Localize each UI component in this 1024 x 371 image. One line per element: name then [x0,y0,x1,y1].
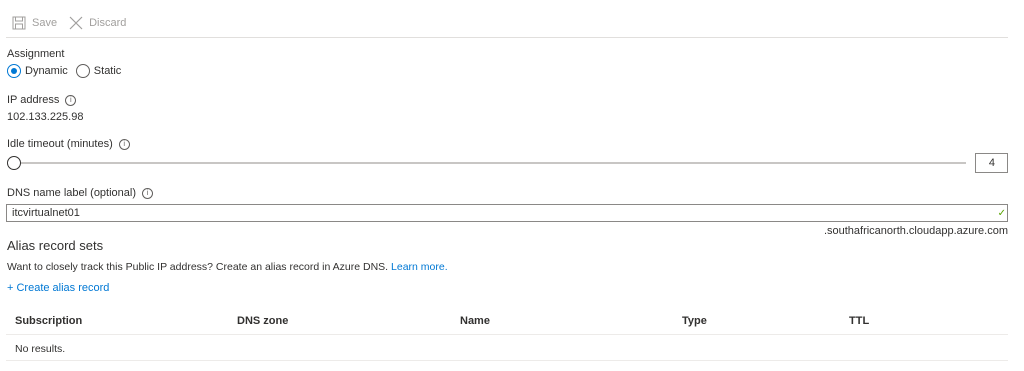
save-icon [12,16,26,30]
radio-static-label: Static [93,65,122,77]
alias-description-text: Want to closely track this Public IP add… [7,261,389,273]
idle-timeout-slider-thumb[interactable] [7,156,21,170]
create-alias-record-button[interactable]: + Create alias record [7,282,109,294]
radio-dynamic-label: Dynamic [25,65,68,77]
idle-timeout-slider-track[interactable] [14,162,966,164]
save-label: Save [32,17,58,29]
radio-dynamic[interactable]: Dynamic [7,64,68,78]
discard-button[interactable]: Discard [69,16,126,30]
learn-more-link[interactable]: Learn more. [391,261,448,273]
radio-dynamic-indicator[interactable] [7,64,21,78]
ip-address-heading: IP address i [7,94,77,106]
table-header-divider [6,334,1008,335]
assignment-label: Assignment [7,48,65,60]
checkmark-icon: ✓ [997,208,1006,219]
idle-timeout-heading: Idle timeout (minutes) i [7,138,130,150]
dns-suffix: .southafricanorth.cloudapp.azure.com [823,225,1008,237]
ip-address-value: 102.133.225.98 [7,111,84,123]
column-header-name[interactable]: Name [460,315,490,327]
table-bottom-divider [6,360,1008,361]
alias-description: Want to closely track this Public IP add… [7,261,448,273]
assignment-radio-group: Dynamic Static [7,64,129,78]
radio-static-indicator[interactable] [75,64,90,78]
info-icon[interactable]: i [118,139,130,150]
close-icon [69,16,83,30]
column-header-type[interactable]: Type [682,315,707,327]
dns-label-heading: DNS name label (optional) i [7,187,154,199]
toolbar-divider [6,37,1008,38]
save-button[interactable]: Save [12,16,57,30]
info-icon[interactable]: i [65,95,77,106]
radio-static[interactable]: Static [75,64,122,78]
command-bar: Save Discard [12,14,138,32]
table-empty-message: No results. [15,343,66,355]
dns-name-input[interactable]: itcvirtualnet01 [6,204,1008,222]
column-header-dns-zone[interactable]: DNS zone [237,315,288,327]
ip-address-label: IP address [7,94,60,106]
dns-label-text: DNS name label (optional) [7,187,137,199]
info-icon[interactable]: i [142,188,154,199]
idle-timeout-label: Idle timeout (minutes) [7,138,113,150]
column-header-ttl[interactable]: TTL [849,315,869,327]
column-header-subscription[interactable]: Subscription [15,315,82,327]
idle-timeout-value-input[interactable]: 4 [975,153,1008,173]
alias-section-title: Alias record sets [7,238,104,253]
discard-label: Discard [89,17,127,29]
